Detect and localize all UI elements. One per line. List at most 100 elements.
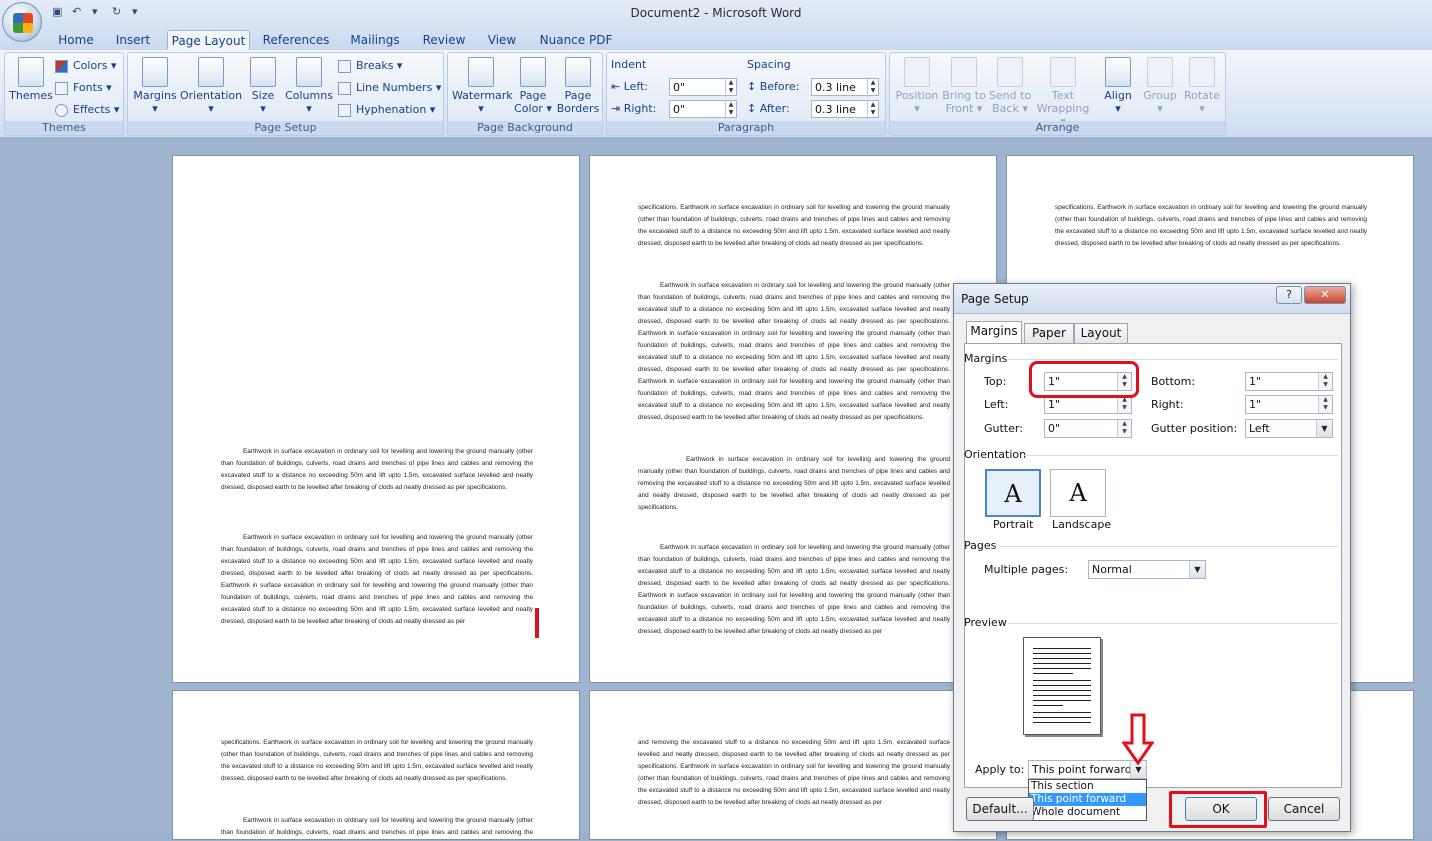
- page-5[interactable]: and removing the excavated stuff to a di…: [589, 690, 997, 840]
- fonts-icon: [55, 82, 68, 95]
- chevron-down-icon[interactable]: ▼: [1189, 561, 1205, 578]
- colors-button[interactable]: Colors ▾: [55, 57, 116, 75]
- gutter-position-label: Gutter position:: [1151, 422, 1238, 435]
- tab-mailings[interactable]: Mailings: [345, 30, 405, 50]
- left-label: Left:: [984, 398, 1009, 411]
- themes-group-label: Themes: [5, 121, 123, 135]
- breaks-button[interactable]: Breaks ▾: [338, 57, 402, 75]
- page-setup-group-label: Page Setup: [128, 121, 443, 135]
- tab-references[interactable]: References: [258, 30, 334, 50]
- save-icon[interactable]: ▣: [52, 5, 66, 19]
- office-button[interactable]: [2, 2, 42, 42]
- columns-icon: [296, 57, 322, 87]
- indent-left-input[interactable]: 0" ▲ ▼: [669, 78, 737, 97]
- redo-icon[interactable]: ↻: [112, 5, 126, 19]
- tab-page-layout[interactable]: Page Layout: [167, 30, 250, 50]
- effects-button[interactable]: Effects ▾: [55, 101, 119, 119]
- tab-margins[interactable]: Margins: [966, 321, 1022, 344]
- margins-icon: [142, 57, 168, 87]
- left-margin-spinner[interactable]: ▲ ▼: [1117, 396, 1131, 413]
- page-borders-button[interactable]: Page Borders: [556, 57, 600, 115]
- indent-left: ⇤ Left: 0" ▲ ▼: [611, 78, 739, 97]
- rotate-icon: [1189, 57, 1215, 87]
- help-button[interactable]: ?: [1276, 286, 1302, 304]
- cancel-button[interactable]: Cancel: [1268, 797, 1340, 821]
- tab-layout[interactable]: Layout: [1074, 323, 1128, 344]
- breaks-icon: [338, 60, 351, 73]
- portrait-option[interactable]: A: [985, 469, 1041, 517]
- align-button[interactable]: Align ▾: [1098, 57, 1138, 115]
- gutter-input[interactable]: 0" ▲ ▼: [1044, 419, 1132, 438]
- size-button[interactable]: Size ▾: [246, 57, 280, 115]
- spacing-after-input[interactable]: 0.3 line ▲ ▼: [811, 100, 879, 119]
- tab-nuance-pdf[interactable]: Nuance PDF: [538, 30, 614, 50]
- bottom-margin-spinner[interactable]: ▲ ▼: [1318, 373, 1332, 390]
- default-button[interactable]: Default...: [966, 797, 1034, 821]
- close-icon: ✕: [1320, 288, 1330, 301]
- spacing-before-input[interactable]: 0.3 line ▲ ▼: [811, 78, 879, 97]
- page-2[interactable]: specifications. Earthwork in surface exc…: [589, 155, 997, 683]
- position-button[interactable]: Position ▾: [894, 57, 940, 115]
- watermark-button[interactable]: Watermark ▾: [452, 57, 513, 115]
- send-to-back-button[interactable]: Send to Back ▾: [988, 57, 1032, 115]
- bring-to-front-icon: [951, 57, 977, 87]
- spacing-before: ↕ Before: 0.3 line ▲ ▼: [747, 78, 883, 97]
- tab-insert[interactable]: Insert: [110, 30, 156, 50]
- group-icon: [1147, 57, 1173, 87]
- rotate-button[interactable]: Rotate ▾: [1182, 57, 1222, 115]
- dialog-title: Page Setup: [961, 292, 1029, 306]
- bring-to-front-button[interactable]: Bring to Front ▾: [942, 57, 986, 115]
- group-button[interactable]: Group ▾: [1140, 57, 1180, 115]
- apply-option-whole-document[interactable]: Whole document: [1029, 806, 1146, 819]
- tab-view[interactable]: View: [482, 30, 522, 50]
- undo-dropdown-icon[interactable]: ▾: [92, 5, 106, 19]
- tab-home[interactable]: Home: [50, 30, 102, 50]
- tab-paper[interactable]: Paper: [1024, 323, 1074, 344]
- chevron-down-icon[interactable]: ▼: [1316, 420, 1332, 437]
- page-setup-group: Margins ▾ Orientation ▾ Size ▾ Columns ▾ Bre…: [127, 52, 444, 136]
- themes-button[interactable]: Themes: [9, 57, 53, 102]
- align-icon: [1105, 57, 1131, 87]
- hyphenation-button[interactable]: Hyphenation ▾: [338, 101, 435, 119]
- gutter-position-select[interactable]: Left ▼: [1245, 419, 1333, 438]
- bottom-label: Bottom:: [1151, 375, 1196, 388]
- landscape-option[interactable]: A: [1050, 469, 1106, 517]
- apply-option-this-section[interactable]: This section: [1029, 780, 1146, 793]
- fonts-button[interactable]: Fonts ▾: [55, 79, 112, 97]
- right-margin-input[interactable]: 1" ▲ ▼: [1245, 395, 1333, 414]
- page-2-paragraph-1: specifications. Earthwork in surface exc…: [638, 204, 950, 247]
- tab-review[interactable]: Review: [418, 30, 470, 50]
- gutter-spinner[interactable]: ▲ ▼: [1117, 420, 1131, 437]
- text-wrapping-button[interactable]: TextWrapping ▾: [1036, 57, 1090, 128]
- pages-section: Pages: [964, 539, 1342, 552]
- top-margin-highlight: [1029, 361, 1139, 398]
- landscape-icon: A: [1069, 479, 1087, 507]
- close-button[interactable]: ✕: [1304, 286, 1346, 304]
- columns-button[interactable]: Columns ▾: [284, 57, 334, 115]
- page-2-paragraph-3: Earthwork in surface excavation in ordin…: [638, 456, 950, 511]
- page-preview: [1023, 637, 1101, 735]
- indent-right-input[interactable]: 0" ▲ ▼: [669, 100, 737, 119]
- line-numbers-button[interactable]: Line Numbers ▾: [338, 79, 441, 97]
- page-4[interactable]: specifications. Earthwork in surface exc…: [172, 690, 580, 840]
- spacing-before-spinner[interactable]: ▲ ▼: [867, 79, 878, 97]
- quick-access-toolbar: ▣ ↶ ▾ ↻ ▾: [52, 5, 146, 19]
- bottom-margin-input[interactable]: 1" ▲ ▼: [1245, 372, 1333, 391]
- portrait-label: Portrait: [993, 518, 1034, 531]
- right-margin-spinner[interactable]: ▲ ▼: [1318, 396, 1332, 413]
- indent-left-spinner[interactable]: ▲ ▼: [725, 79, 736, 97]
- margins-button[interactable]: Margins ▾: [132, 57, 178, 115]
- page-color-button[interactable]: Page Color ▾: [514, 57, 552, 115]
- orientation-button[interactable]: Orientation ▾: [180, 57, 242, 115]
- apply-option-this-point-forward[interactable]: This point forward: [1029, 793, 1146, 806]
- text-wrapping-icon: [1050, 57, 1076, 87]
- line-numbers-icon: [338, 82, 351, 95]
- spacing-after-spinner[interactable]: ▲ ▼: [867, 101, 878, 119]
- undo-icon[interactable]: ↶: [72, 5, 86, 19]
- page-1[interactable]: Earthwork in surface excavation in ordin…: [172, 155, 580, 683]
- multiple-pages-select[interactable]: Normal ▼: [1088, 560, 1206, 579]
- down-arrow-annotation-icon: [1122, 713, 1154, 765]
- customize-qat-icon[interactable]: ▾: [132, 5, 146, 19]
- page-2-paragraph-2: Earthwork in surface excavation in ordin…: [638, 282, 950, 421]
- indent-right-spinner[interactable]: ▲ ▼: [725, 101, 736, 119]
